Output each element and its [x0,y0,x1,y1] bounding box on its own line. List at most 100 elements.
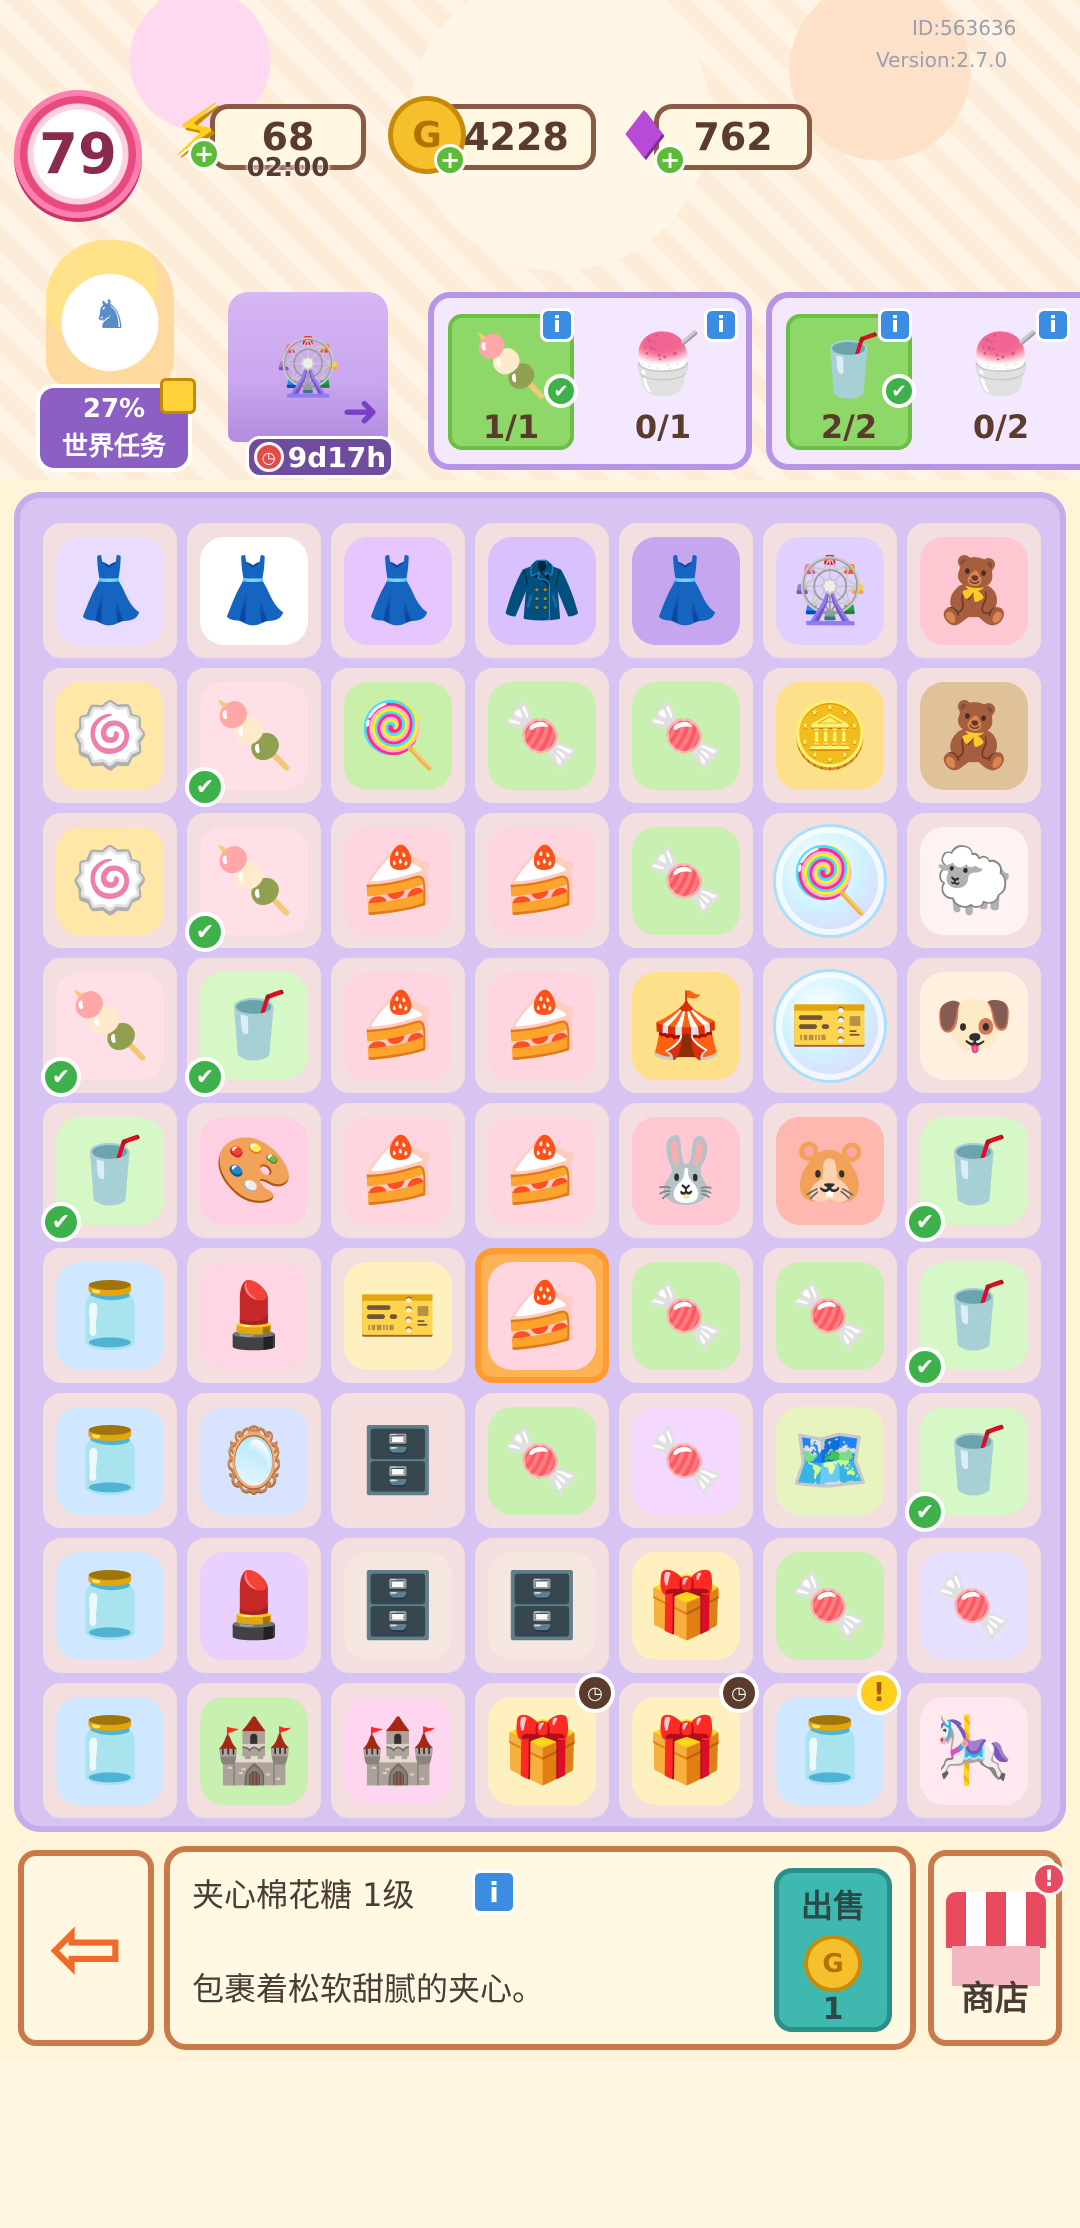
board-cell[interactable]: 🗄️ [331,1393,465,1528]
board-item[interactable]: 🎁 [632,1696,740,1805]
board-cell[interactable]: 🥤 ✔ [41,1103,177,1242]
board-item[interactable]: 🍬 [488,1406,596,1515]
board-cell[interactable]: 🫙 [43,1683,177,1818]
board-cell[interactable]: 🍬 [619,1248,753,1383]
board-cell[interactable]: 🍬 [619,813,753,948]
board-item[interactable]: 🫙 [56,1696,164,1805]
board-item[interactable]: 🐰 [632,1116,740,1225]
board-cell[interactable]: 🍬 [763,1248,897,1383]
board-item[interactable]: 🍰 [344,971,452,1080]
board-cell[interactable]: 🍰 [475,1103,609,1238]
board-item[interactable]: 🍥 [56,826,164,935]
add-gems-button[interactable]: + [654,144,686,176]
board-item[interactable]: 🍬 [632,681,740,790]
board-cell[interactable]: 🫙 [43,1538,177,1673]
board-item[interactable]: 🗄️ [488,1551,596,1660]
board-item[interactable]: 🍬 [776,1261,884,1370]
add-coins-button[interactable]: + [434,144,466,176]
board-cell[interactable]: 🧸 [907,523,1041,658]
board-item[interactable]: 👗 [344,536,452,645]
board-item[interactable]: 🍰 [488,1116,596,1225]
board-item[interactable]: 🪞 [200,1406,308,1515]
board-cell[interactable]: 💄 [187,1248,321,1383]
board-item[interactable]: 🗄️ [344,1406,452,1515]
board-cell[interactable]: 🏰 [331,1683,465,1818]
board-item[interactable]: 🫙 [56,1551,164,1660]
board-item[interactable]: 🍭 [776,826,884,935]
board-cell[interactable]: 🐹 [763,1103,897,1238]
board-item[interactable]: 🍬 [488,681,596,790]
board-cell[interactable]: 🎁 [619,1538,753,1673]
sell-button[interactable]: 出售 G 1 [774,1868,892,2032]
board-item[interactable]: 🍰 [488,971,596,1080]
board-cell[interactable]: 🪞 [187,1393,321,1528]
board-item[interactable]: 🎠 [920,1696,1028,1805]
order-card-2[interactable]: 🥤 2/2 ✔ i 🍧 0/2 i [766,292,1080,470]
info-icon[interactable]: i [1036,308,1070,342]
board-cell[interactable]: 🧸 [907,668,1041,803]
board-cell[interactable]: 🍰 [475,958,609,1093]
board-item[interactable]: 🍰 [344,1116,452,1225]
board-cell[interactable]: 👗 [187,523,321,658]
board-cell[interactable]: 🍭 [331,668,465,803]
board-item[interactable]: 🫙 [56,1406,164,1515]
board-cell[interactable]: 🫙 [43,1248,177,1383]
board-item[interactable]: 🧸 [920,681,1028,790]
exit-button[interactable]: ⇦ [18,1850,154,2046]
info-icon[interactable]: i [878,308,912,342]
board-item[interactable]: 🗄️ [344,1551,452,1660]
board-cell[interactable]: 🥤 ✔ [185,958,321,1097]
board-item[interactable]: 🫙 [776,1696,884,1805]
board-item[interactable]: 🎁 [632,1551,740,1660]
board-item[interactable]: 🍥 [56,681,164,790]
player-level-badge[interactable]: 79 [14,90,142,218]
board-item[interactable]: 🍬 [632,1406,740,1515]
board-item[interactable]: 👗 [200,536,308,645]
board-item[interactable]: 🍬 [632,826,740,935]
board-item[interactable]: 🎪 [632,971,740,1080]
board-cell[interactable]: 🎨 [187,1103,321,1238]
board-item[interactable]: 💄 [200,1261,308,1370]
board-item[interactable]: 🍬 [632,1261,740,1370]
info-icon[interactable]: i [704,308,738,342]
board-item[interactable]: 👗 [56,536,164,645]
board-cell[interactable]: 🍭 [763,813,897,948]
board-cell[interactable]: 🍬 [475,668,609,803]
board-cell[interactable]: 🧥 [475,523,609,658]
board-item[interactable]: 🎫 [776,971,884,1080]
board-cell[interactable]: 🎪 [619,958,753,1093]
board-cell[interactable]: 🪙 [763,668,897,803]
board-cell[interactable]: 🍰 [475,813,609,948]
board-cell[interactable]: 🫙 [43,1393,177,1528]
board-item[interactable]: 🎁 [488,1696,596,1805]
board-item[interactable]: 🧸 [920,536,1028,645]
board-item[interactable]: 🐶 [920,971,1028,1080]
board-cell[interactable]: 🍰 [331,958,465,1093]
board-item[interactable]: 🍰 [488,1261,596,1370]
board-item[interactable]: 🏰 [344,1696,452,1805]
board-cell[interactable]: 🍬 [619,1393,753,1528]
board-cell[interactable]: 🎠 [907,1683,1041,1818]
board-item[interactable]: 🐑 [920,826,1028,935]
board-item[interactable]: 🫙 [56,1261,164,1370]
board-item[interactable]: 🎡 [776,536,884,645]
board-cell[interactable]: 🥤 ✔ [905,1248,1041,1387]
board-item[interactable]: 🗺️ [776,1406,884,1515]
board-cell[interactable]: 🐑 [907,813,1041,948]
board-cell[interactable]: 🍬 [907,1538,1041,1673]
order-card-1[interactable]: 🍡 1/1 ✔ i 🍧 0/1 i [428,292,752,470]
add-energy-button[interactable]: + [188,138,220,170]
board-cell[interactable]: 🍡 ✔ [185,668,321,807]
board-cell[interactable]: 🥤 ✔ [905,1393,1041,1532]
board-item[interactable]: 🎫 [344,1261,452,1370]
board-cell[interactable]: 🍬 [619,668,753,803]
board-cell[interactable]: 🎡 [763,523,897,658]
energy-counter[interactable]: 68 02:00 [210,104,366,183]
board-item[interactable]: 🍬 [776,1551,884,1660]
board-cell[interactable]: 🍰 [475,1248,609,1383]
board-cell[interactable]: 🍡 ✔ [41,958,177,1097]
board-cell[interactable]: 🍬 [475,1393,609,1528]
board-item[interactable]: 👗 [632,536,740,645]
board-cell[interactable]: 🍰 [331,1103,465,1238]
board-cell[interactable]: 🐶 [907,958,1041,1093]
